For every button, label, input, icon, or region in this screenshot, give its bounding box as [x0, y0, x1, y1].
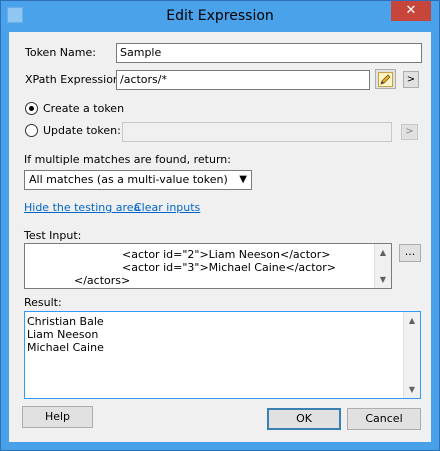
xpath-input[interactable]: /actors/* [116, 70, 370, 90]
multiple-matches-label: If multiple matches are found, return: [24, 153, 231, 166]
scroll-up-icon[interactable]: ▲ [404, 312, 420, 329]
result-line: Christian Bale [27, 315, 104, 328]
xpath-label: XPath Expression: [25, 73, 124, 86]
ok-button[interactable]: OK [267, 408, 341, 430]
multiple-matches-dropdown[interactable]: All matches (as a multi-value token) ▼ [24, 170, 252, 190]
scroll-down-icon[interactable]: ▼ [375, 271, 391, 288]
test-input-line: <actor id="3">Michael Caine</actor> [122, 261, 336, 274]
cancel-button[interactable]: Cancel [347, 408, 421, 430]
test-input-textarea[interactable]: <actor id="2">Liam Neeson</actor> <actor… [24, 243, 392, 289]
result-line: Liam Neeson [27, 328, 99, 341]
edit-expression-dialog: Edit Expression ✕ Token Name: Sample XPa… [0, 0, 440, 451]
radio-selected-dot [29, 106, 34, 111]
test-input-browse-button[interactable]: ... [399, 244, 421, 262]
test-input-scrollbar[interactable]: ▲ ▼ [374, 244, 391, 288]
update-token-label[interactable]: Update token: [43, 124, 121, 138]
dialog-title: Edit Expression [166, 8, 274, 24]
xpath-next-button[interactable]: > [403, 71, 419, 88]
scroll-up-icon[interactable]: ▲ [375, 244, 391, 261]
close-button[interactable]: ✕ [391, 1, 431, 21]
hide-testing-area-link[interactable]: Hide the testing area [24, 201, 140, 215]
dialog-body: Token Name: Sample XPath Expression: /ac… [9, 32, 431, 442]
edit-xpath-button[interactable] [375, 69, 396, 89]
pencil-icon [378, 72, 393, 87]
update-token-input [122, 122, 392, 142]
test-input-line: </actors> [74, 274, 131, 287]
create-token-radio[interactable] [25, 102, 38, 115]
result-textarea[interactable]: Christian Bale Liam Neeson Michael Caine… [24, 311, 421, 399]
update-token-radio[interactable] [25, 124, 38, 137]
clear-inputs-link[interactable]: Clear inputs [134, 201, 200, 215]
create-token-label[interactable]: Create a token [43, 102, 124, 116]
update-token-next-button: > [401, 124, 418, 140]
result-label: Result: [24, 296, 62, 309]
title-bar[interactable]: Edit Expression ✕ [1, 1, 439, 32]
result-scrollbar[interactable]: ▲ ▼ [403, 312, 420, 398]
chevron-down-icon: ▼ [239, 174, 247, 185]
token-name-input[interactable]: Sample [116, 43, 422, 63]
help-button[interactable]: Help [22, 406, 93, 428]
test-input-label: Test Input: [24, 229, 82, 242]
scroll-down-icon[interactable]: ▼ [404, 381, 420, 398]
result-line: Michael Caine [27, 341, 104, 354]
dropdown-selected-value: All matches (as a multi-value token) [29, 173, 228, 186]
test-input-line: <actor id="2">Liam Neeson</actor> [122, 248, 331, 261]
token-name-label: Token Name: [25, 46, 96, 59]
